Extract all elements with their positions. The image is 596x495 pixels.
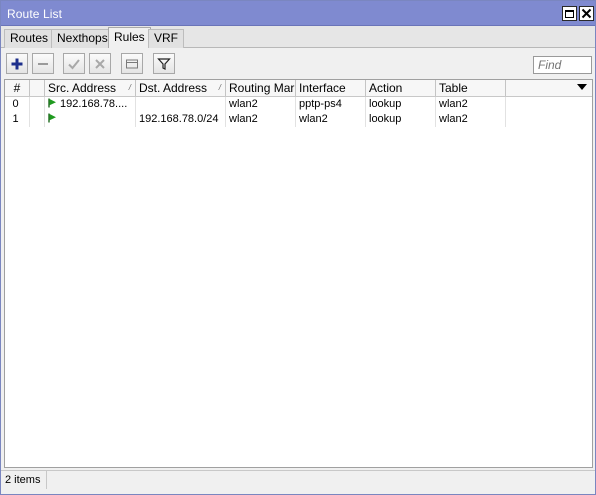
tab-nexthops[interactable]: Nexthops bbox=[51, 29, 114, 48]
check-icon bbox=[68, 58, 80, 69]
sort-icon: / bbox=[128, 83, 131, 92]
table-row[interactable]: 1 192.168.78.0/24 wlan2 wlan2 lookup wla… bbox=[5, 112, 592, 127]
flag-icon bbox=[48, 113, 56, 123]
row-flags bbox=[30, 97, 45, 112]
disable-button[interactable] bbox=[89, 53, 111, 74]
minus-icon bbox=[38, 62, 48, 65]
comment-button[interactable] bbox=[121, 53, 143, 74]
find-input[interactable] bbox=[533, 56, 592, 74]
column-header-number[interactable]: # bbox=[5, 80, 30, 96]
filter-icon bbox=[157, 57, 171, 70]
row-interface: wlan2 bbox=[296, 112, 366, 127]
item-count: 2 items bbox=[5, 471, 48, 489]
row-action: lookup bbox=[366, 97, 436, 112]
row-routing-mark: wlan2 bbox=[226, 112, 296, 127]
enable-button[interactable] bbox=[63, 53, 85, 74]
row-routing-mark: wlan2 bbox=[226, 97, 296, 112]
column-header-flags[interactable] bbox=[30, 80, 45, 96]
tab-bar: Routes Nexthops Rules VRF bbox=[1, 26, 595, 48]
column-header-dst-address[interactable]: Dst. Address / bbox=[136, 80, 226, 96]
title-bar[interactable]: Route List bbox=[1, 1, 595, 26]
table-row[interactable]: 0 192.168.78.... wlan2 pptp-ps4 lookup w… bbox=[5, 97, 592, 112]
column-header-action[interactable]: Action bbox=[366, 80, 436, 96]
route-list-window: Route List Routes Nexthops Rules VRF Fin… bbox=[0, 0, 596, 495]
maximize-button[interactable] bbox=[562, 6, 577, 21]
row-table: wlan2 bbox=[436, 112, 506, 127]
window-title: Route List bbox=[7, 7, 63, 21]
row-table: wlan2 bbox=[436, 97, 506, 112]
filter-button[interactable] bbox=[153, 53, 175, 74]
column-header-table[interactable]: Table bbox=[436, 80, 506, 96]
remove-button[interactable] bbox=[32, 53, 54, 74]
tab-routes[interactable]: Routes bbox=[4, 29, 55, 48]
tab-rules[interactable]: Rules bbox=[108, 27, 151, 48]
comment-icon bbox=[126, 59, 138, 68]
row-number: 0 bbox=[5, 97, 30, 112]
row-src-address bbox=[45, 112, 136, 127]
column-header-interface[interactable]: Interface bbox=[296, 80, 366, 96]
tab-vrf[interactable]: VRF bbox=[148, 29, 184, 48]
row-dst-address bbox=[136, 97, 226, 112]
rules-table: # Src. Address / Dst. Address / Routing Ma… bbox=[4, 79, 593, 468]
close-icon bbox=[581, 8, 592, 19]
row-flags bbox=[30, 112, 45, 127]
toolbar bbox=[1, 49, 595, 78]
flag-icon bbox=[48, 98, 56, 108]
column-header-src-address[interactable]: Src. Address / bbox=[45, 80, 136, 96]
close-button[interactable] bbox=[579, 6, 594, 21]
row-src-address: 192.168.78.... bbox=[45, 97, 136, 112]
row-number: 1 bbox=[5, 112, 30, 127]
column-menu-dropdown-icon[interactable] bbox=[577, 84, 587, 90]
maximize-icon bbox=[565, 9, 574, 18]
status-bar-filler bbox=[49, 471, 595, 489]
row-interface: pptp-ps4 bbox=[296, 97, 366, 112]
column-header-routing-mark[interactable]: Routing Mark bbox=[226, 80, 296, 96]
plus-icon bbox=[11, 58, 23, 69]
table-header: # Src. Address / Dst. Address / Routing Ma… bbox=[5, 80, 592, 97]
row-dst-address: 192.168.78.0/24 bbox=[136, 112, 226, 127]
row-action: lookup bbox=[366, 112, 436, 127]
x-icon bbox=[95, 58, 105, 69]
add-button[interactable] bbox=[6, 53, 28, 74]
status-bar: 2 items bbox=[1, 470, 595, 489]
sort-icon: / bbox=[218, 83, 221, 92]
